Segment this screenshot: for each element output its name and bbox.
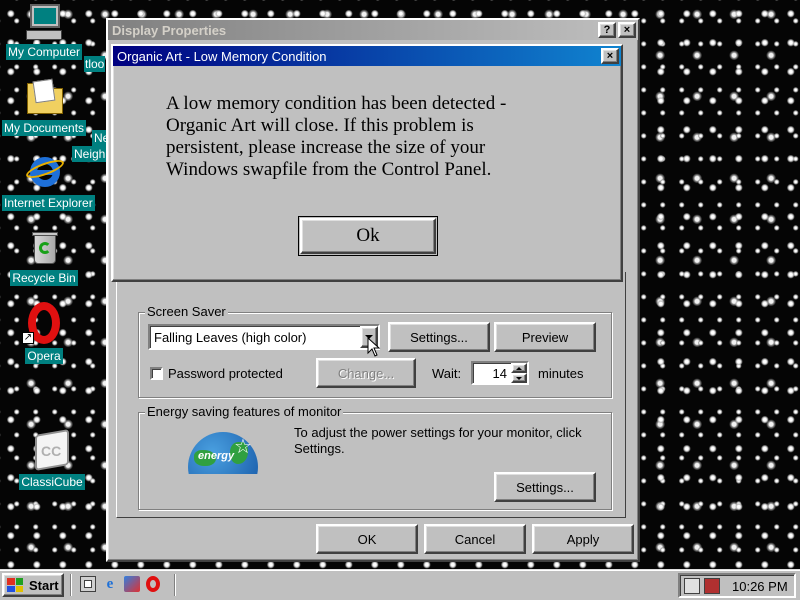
desktop-icon-classicube[interactable]: CC ClassiCube	[10, 429, 94, 490]
quick-launch: e	[80, 576, 160, 592]
screen-saver-settings-button[interactable]: Settings...	[388, 322, 490, 352]
help-button[interactable]: ?	[598, 22, 616, 38]
taskbar-separator	[174, 574, 176, 596]
dialog-title: Organic Art - Low Memory Condition	[117, 48, 327, 64]
volume-icon[interactable]	[704, 578, 720, 594]
energy-logo-text: energy	[198, 450, 235, 462]
wait-spinner[interactable]: 14	[471, 361, 529, 385]
classicube-icon: CC	[31, 429, 73, 472]
display-properties-titlebar[interactable]: Display Properties ? ×	[108, 20, 638, 40]
cancel-button[interactable]: Cancel	[424, 524, 526, 554]
apply-button[interactable]: Apply	[532, 524, 634, 554]
taskbar: Start e 10:26 PM	[0, 569, 800, 600]
energy-settings-button[interactable]: Settings...	[494, 472, 596, 502]
system-tray: 10:26 PM	[678, 573, 796, 598]
opera-icon: ↗	[22, 302, 66, 346]
desktop-icon-opera[interactable]: ↗ Opera	[2, 302, 86, 364]
start-button[interactable]: Start	[2, 573, 64, 597]
wait-label: Wait:	[432, 366, 462, 381]
desktop-icon-label: Recycle Bin	[10, 270, 78, 286]
dialog-ok-button[interactable]: Ok	[300, 218, 436, 254]
start-label: Start	[29, 577, 59, 593]
minutes-label: minutes	[538, 366, 584, 381]
desktop-icon-recycle-bin[interactable]: Recycle Bin	[2, 228, 86, 286]
channels-icon[interactable]	[124, 576, 140, 592]
scheduler-icon[interactable]	[684, 578, 700, 594]
preview-button[interactable]: Preview	[494, 322, 596, 352]
dialog-titlebar[interactable]: Organic Art - Low Memory Condition ×	[113, 46, 621, 66]
my-computer-icon	[24, 2, 64, 42]
clock[interactable]: 10:26 PM	[732, 579, 788, 594]
partial-desktop-label: tloo	[84, 56, 106, 72]
windows-logo-icon	[7, 578, 23, 592]
energy-group-label: Energy saving features of monitor	[145, 404, 344, 419]
desktop-icon-label: My Documents	[2, 120, 87, 136]
password-label[interactable]: Password protected	[168, 366, 283, 381]
spinner-down-icon[interactable]	[511, 373, 527, 383]
desktop-icon-internet-explorer[interactable]: Internet Explorer	[2, 153, 95, 211]
desktop-icon[interactable]	[80, 576, 96, 592]
desktop-icon-my-computer[interactable]: My Computer	[2, 2, 86, 60]
password-checkbox[interactable]	[150, 367, 163, 380]
low-memory-dialog: Organic Art - Low Memory Condition × A l…	[111, 44, 623, 282]
internet-explorer-icon[interactable]: e	[102, 576, 118, 592]
energy-star-logo: energy ☆	[186, 428, 260, 474]
change-password-button: Change...	[316, 358, 416, 388]
desktop-icon-my-documents[interactable]: My Documents	[2, 78, 87, 136]
my-documents-icon	[24, 78, 64, 118]
dialog-close-button[interactable]: ×	[601, 48, 619, 64]
desktop-icon-label: ClassiCube	[19, 474, 85, 490]
energy-description: To adjust the power settings for your mo…	[294, 425, 582, 456]
spinner-up-icon[interactable]	[511, 363, 527, 373]
wait-value[interactable]: 14	[493, 366, 507, 381]
opera-icon[interactable]	[146, 576, 160, 592]
dialog-message: A low memory condition has been detected…	[166, 93, 507, 180]
recycle-bin-icon	[24, 228, 64, 268]
window-title: Display Properties	[112, 22, 227, 38]
ok-button[interactable]: OK	[316, 524, 418, 554]
close-button[interactable]: ×	[618, 22, 636, 38]
desktop-icon-label: My Computer	[5, 44, 83, 60]
screen-saver-select-value: Falling Leaves (high color)	[154, 330, 307, 345]
screen-saver-group-label: Screen Saver	[145, 304, 228, 319]
mouse-cursor-icon	[367, 337, 381, 357]
star-icon: ☆	[234, 436, 252, 458]
screen-saver-select[interactable]: Falling Leaves (high color)	[148, 324, 380, 350]
desktop-icon-label: Internet Explorer	[2, 195, 95, 211]
desktop-icon-label: Opera	[25, 348, 63, 364]
taskbar-separator	[70, 574, 72, 596]
internet-explorer-icon	[24, 153, 66, 193]
